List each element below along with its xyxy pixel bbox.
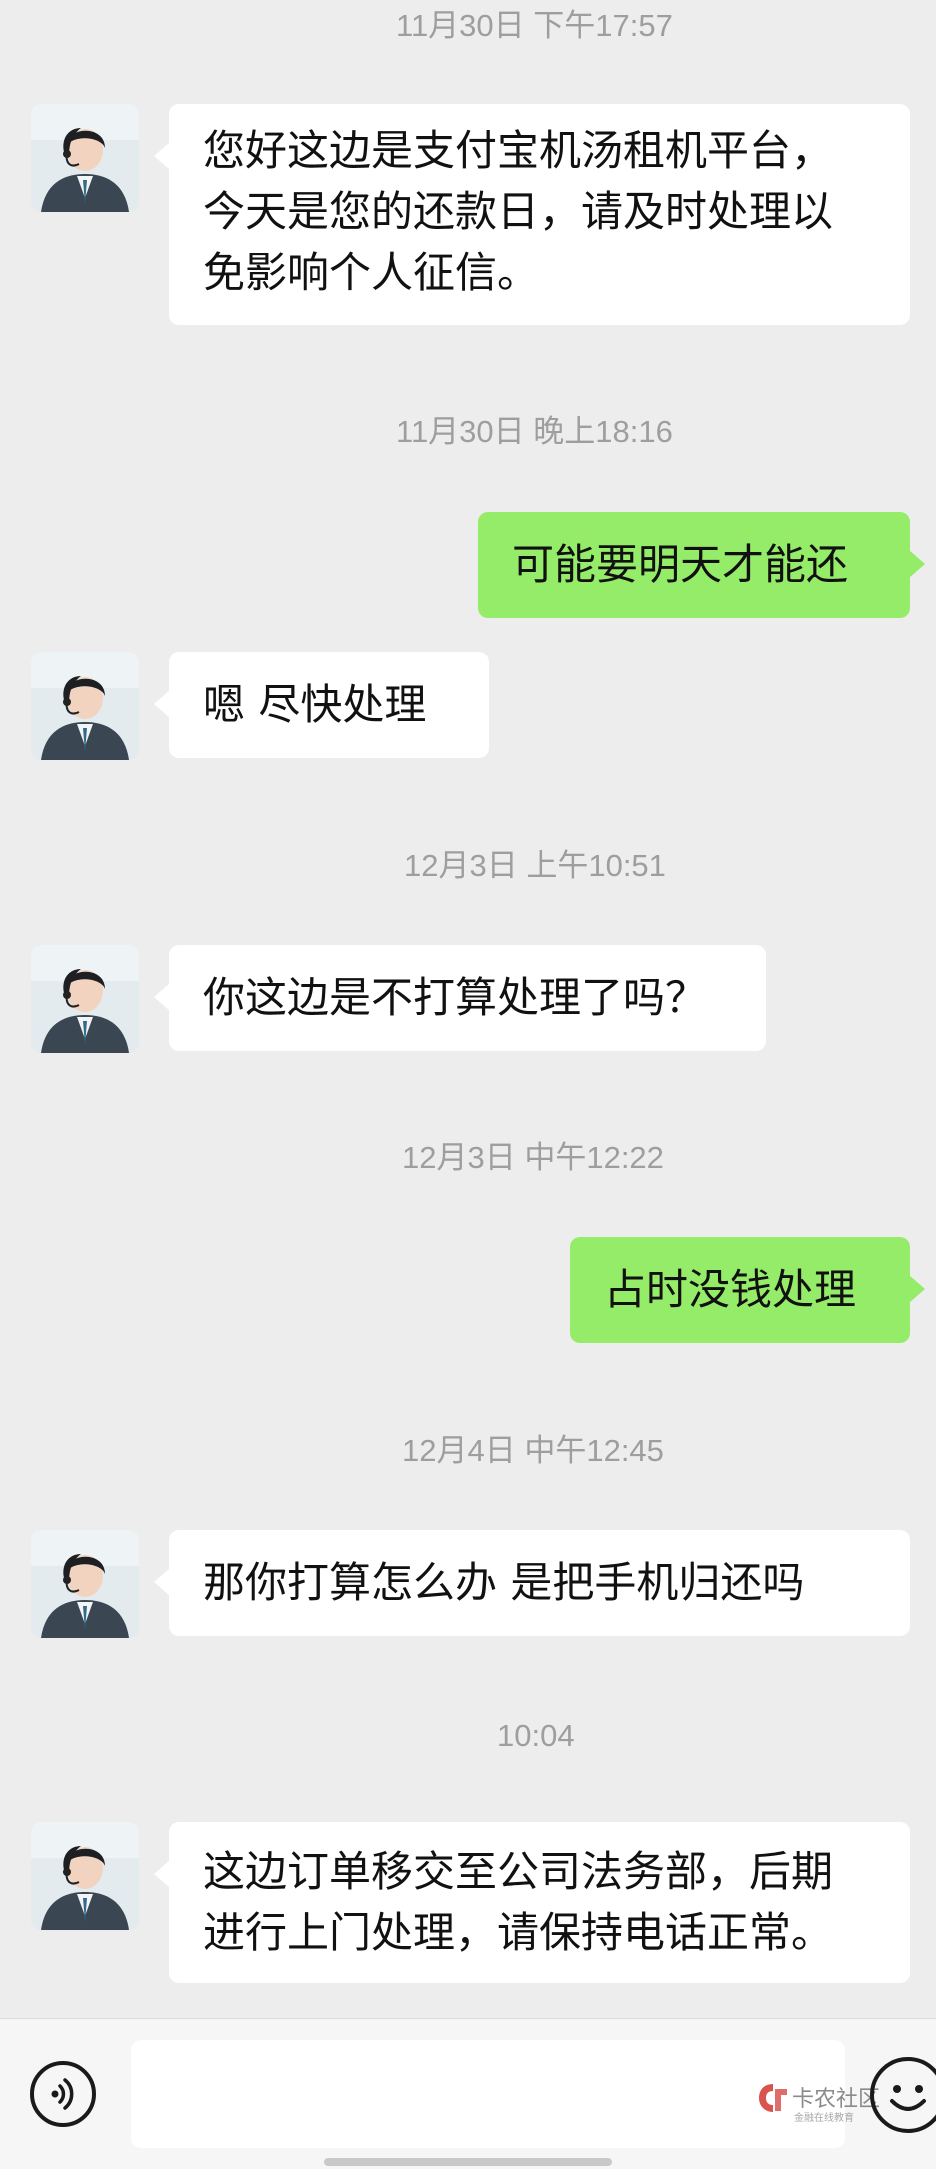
voice-input-button[interactable] bbox=[30, 2061, 96, 2127]
message-input[interactable] bbox=[131, 2040, 845, 2148]
watermark-subtitle: 金融在线教育 bbox=[794, 2113, 854, 2124]
watermark-logo-icon bbox=[759, 2084, 787, 2112]
avatar[interactable] bbox=[31, 945, 139, 1053]
emoji-button[interactable] bbox=[870, 2057, 936, 2133]
message-bubble-incoming[interactable]: 这边订单移交至公司法务部，后期 进行上门处理，请保持电话正常。 bbox=[154, 1822, 910, 1983]
home-indicator bbox=[324, 2158, 612, 2166]
avatar[interactable] bbox=[31, 652, 139, 760]
message-bubble-incoming[interactable]: 您好这边是支付宝机汤租机平台， 今天是您的还款日，请及时处理以 免影响个人征信。 bbox=[154, 104, 910, 325]
avatar[interactable] bbox=[31, 1530, 139, 1638]
message-bubble-incoming[interactable]: 你这边是不打算处理了吗？ bbox=[154, 945, 766, 1051]
input-bar: 卡农社区 金融在线教育 bbox=[0, 2018, 936, 2169]
message-bubble-incoming[interactable]: 那你打算怎么办 是把手机归还吗 bbox=[154, 1530, 910, 1636]
message-text: 您好这边是支付宝机汤租机平台， 今天是您的还款日，请及时处理以 免影响个人征信。 bbox=[203, 126, 834, 297]
watermark: 卡农社区 金融在线教育 bbox=[756, 2081, 880, 2131]
avatar[interactable] bbox=[31, 1822, 139, 1930]
agent-avatar-image bbox=[31, 652, 139, 760]
message-bubble-outgoing[interactable]: 可能要明天才能还 bbox=[478, 512, 925, 618]
timestamp: 12月3日 中午12:22 bbox=[402, 1140, 664, 1175]
message-bubble-incoming[interactable]: 嗯 尽快处理 bbox=[154, 652, 489, 758]
avatar[interactable] bbox=[31, 104, 139, 212]
emoji-icon bbox=[890, 2085, 926, 2111]
message-bubble-outgoing[interactable]: 占时没钱处理 bbox=[570, 1237, 925, 1343]
timestamp: 12月4日 中午12:45 bbox=[402, 1433, 664, 1468]
message-text: 那你打算怎么办 是把手机归还吗 bbox=[203, 1558, 805, 1607]
agent-avatar-image bbox=[31, 104, 139, 212]
voice-icon bbox=[51, 2078, 74, 2110]
timestamp: 12月3日 上午10:51 bbox=[404, 848, 666, 883]
agent-avatar-image bbox=[31, 1530, 139, 1638]
message-text: 嗯 尽快处理 bbox=[203, 680, 427, 729]
agent-avatar-image bbox=[31, 1822, 139, 1930]
message-text: 可能要明天才能还 bbox=[512, 540, 849, 589]
message-text: 占时没钱处理 bbox=[604, 1265, 857, 1314]
chat-area[interactable]: 11月30日 下午17:57 您好这边是支付宝机汤租机平台， 今天是您的还款日，… bbox=[0, 0, 936, 2018]
message-text: 你这边是不打算处理了吗？ bbox=[203, 973, 708, 1022]
agent-avatar-image bbox=[31, 945, 139, 1053]
timestamp: 11月30日 下午17:57 bbox=[396, 8, 673, 43]
message-text: 这边订单移交至公司法务部，后期 进行上门处理，请保持电话正常。 bbox=[203, 1847, 834, 1957]
timestamp: 11月30日 晚上18:16 bbox=[396, 414, 673, 449]
timestamp: 10:04 bbox=[497, 1718, 575, 1753]
